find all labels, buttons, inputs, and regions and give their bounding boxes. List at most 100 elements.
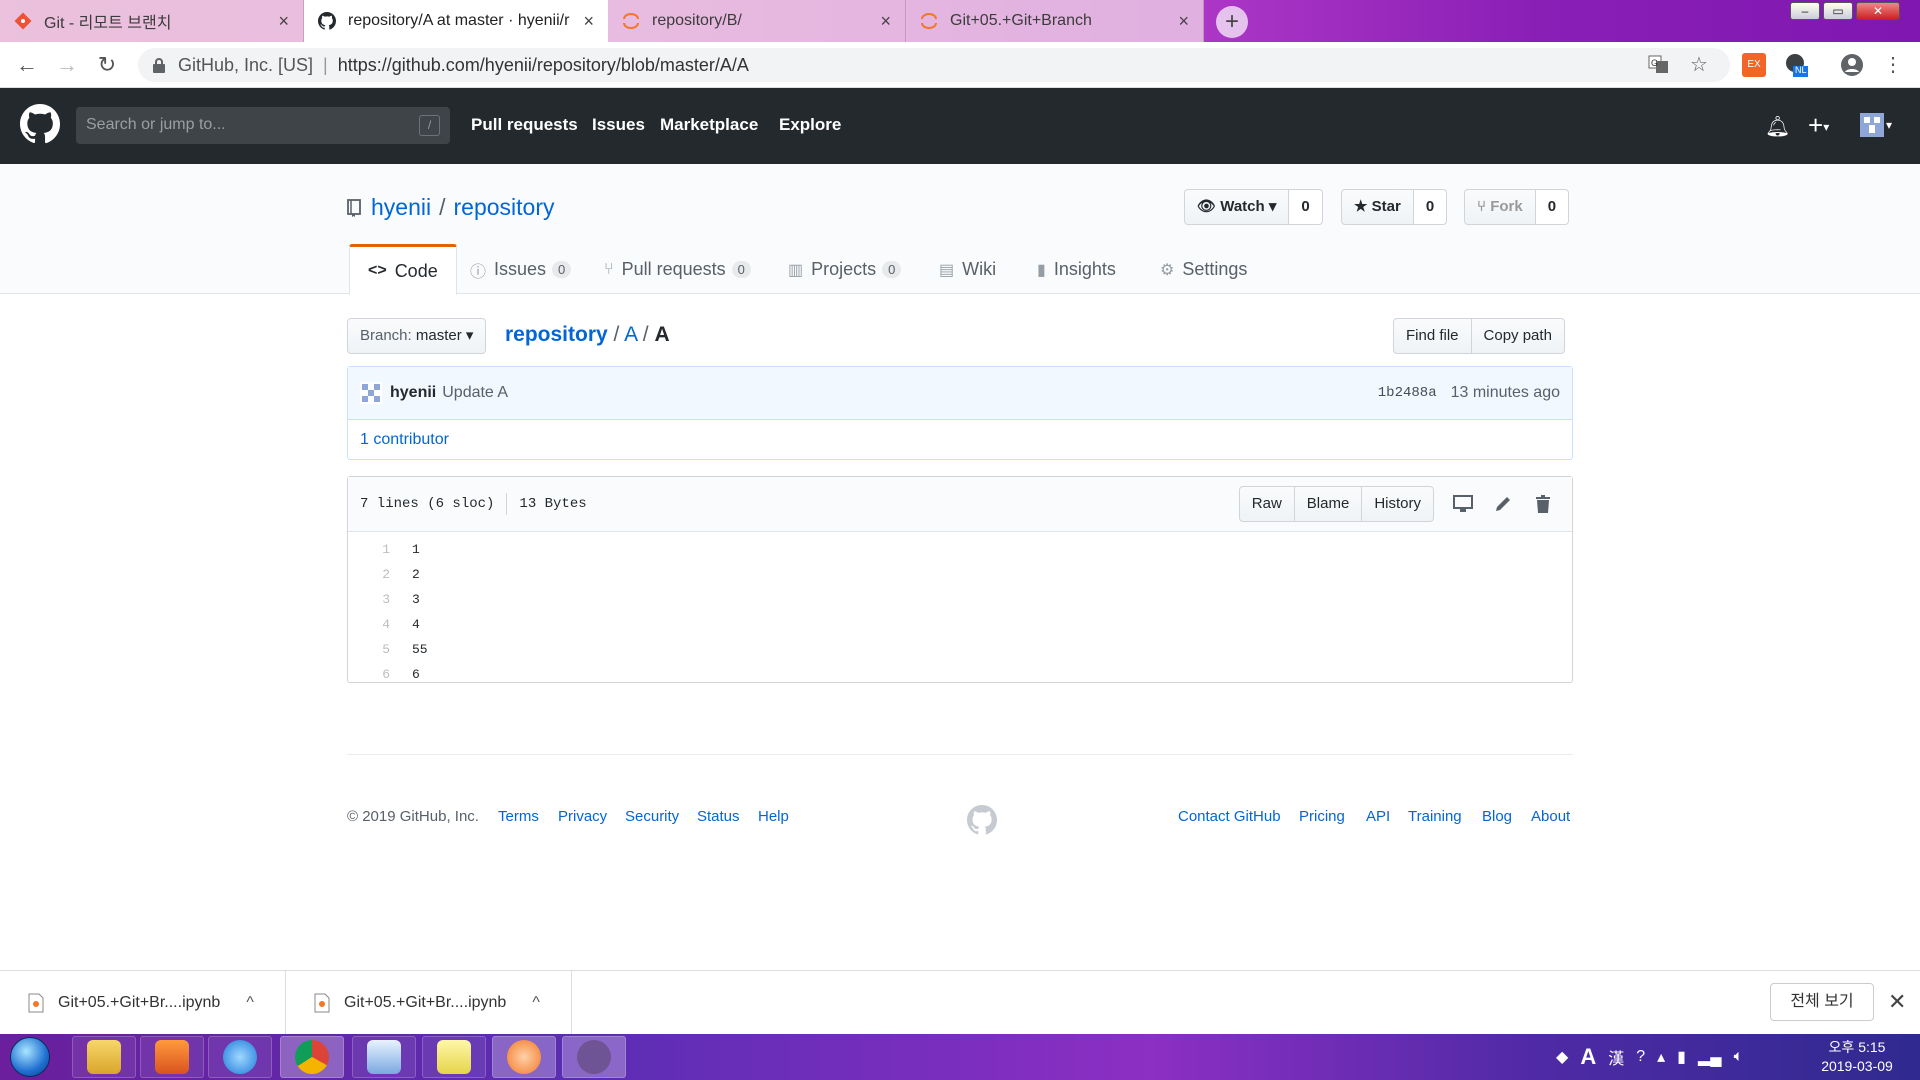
breadcrumb-root[interactable]: repository [505, 323, 608, 346]
footer-link-security[interactable]: Security [625, 808, 679, 825]
shield-icon[interactable]: ◆ [1556, 1047, 1568, 1067]
download-item[interactable]: Git+05.+Git+Br....ipynb ^ [286, 971, 572, 1035]
close-icon[interactable]: × [880, 11, 891, 32]
forward-icon[interactable]: → [52, 50, 82, 80]
footer-link-about[interactable]: About [1531, 808, 1570, 825]
repo-owner-link[interactable]: hyenii [371, 194, 431, 221]
github-logo-icon[interactable] [20, 104, 60, 144]
chevron-up-icon[interactable]: ^ [246, 994, 254, 1012]
footer-link-api[interactable]: API [1366, 808, 1390, 825]
raw-button[interactable]: Raw [1238, 486, 1295, 522]
bell-icon[interactable]: 🔔︎ [1765, 114, 1790, 139]
plus-dropdown-icon[interactable]: +▾ [1808, 110, 1829, 141]
help-icon[interactable]: ? [1636, 1048, 1645, 1066]
reload-icon[interactable]: ↻ [92, 50, 122, 80]
ime-mode-icon[interactable]: A [1580, 1044, 1596, 1070]
browser-menu-icon[interactable]: ⋮ [1878, 50, 1908, 80]
browser-tab[interactable]: repository/B/ × [608, 0, 906, 42]
watch-count[interactable]: 0 [1289, 189, 1323, 225]
new-tab-button[interactable]: + [1216, 6, 1248, 38]
omnibox[interactable]: GitHub, Inc. [US] | https://github.com/h… [138, 48, 1730, 82]
browser-tab-active[interactable]: repository/A at master · hyenii/r × [304, 0, 608, 42]
watch-button[interactable]: 👁︎ Watch ▾ [1184, 189, 1290, 225]
back-icon[interactable]: ← [12, 50, 42, 80]
bookmark-star-icon[interactable]: ☆ [1690, 52, 1708, 77]
footer-link-training[interactable]: Training [1408, 808, 1462, 825]
profile-icon[interactable] [1840, 53, 1864, 77]
taskbar-explorer-icon[interactable] [72, 1036, 136, 1078]
pencil-icon[interactable] [1486, 486, 1520, 522]
url-text[interactable]: https://github.com/hyenii/repository/blo… [338, 55, 749, 76]
line-number[interactable]: 3 [348, 592, 400, 607]
footer-link-terms[interactable]: Terms [498, 808, 539, 825]
battery-icon[interactable]: ▮ [1677, 1047, 1686, 1067]
trash-icon[interactable] [1526, 486, 1560, 522]
history-button[interactable]: History [1362, 486, 1434, 522]
search-input[interactable]: Search or jump to... / [76, 107, 450, 144]
translate-icon[interactable]: G [1648, 55, 1670, 75]
taskbar-internet-explorer-icon[interactable] [208, 1036, 272, 1078]
line-number[interactable]: 2 [348, 567, 400, 582]
footer-link-blog[interactable]: Blog [1482, 808, 1512, 825]
line-number[interactable]: 1 [348, 542, 400, 557]
close-icon[interactable]: ✕ [1888, 989, 1906, 1015]
nav-explore[interactable]: Explore [779, 115, 841, 135]
line-number[interactable]: 4 [348, 617, 400, 632]
find-file-button[interactable]: Find file [1393, 318, 1472, 354]
star-button[interactable]: ★ Star [1341, 189, 1414, 225]
taskbar-media-player-icon[interactable] [140, 1036, 204, 1078]
breadcrumb-dir[interactable]: A [624, 323, 637, 346]
fork-button[interactable]: ⑂ Fork [1464, 189, 1536, 225]
tab-issues[interactable]: ⓘ Issues 0 [452, 244, 589, 295]
desktop-icon[interactable] [1446, 486, 1480, 522]
nav-issues[interactable]: Issues [592, 115, 645, 135]
network-icon[interactable]: ▂▄ [1698, 1047, 1722, 1067]
volume-icon[interactable]: 🔈︎ [1734, 1048, 1744, 1066]
footer-link-pricing[interactable]: Pricing [1299, 808, 1345, 825]
tab-settings[interactable]: ⚙ Settings [1142, 244, 1265, 295]
commit-author[interactable]: hyenii [390, 384, 436, 402]
close-icon[interactable]: × [583, 11, 594, 32]
taskbar-jupyter-icon[interactable] [492, 1036, 556, 1078]
close-icon[interactable]: × [278, 11, 289, 32]
chevron-up-icon[interactable]: ^ [532, 994, 540, 1012]
nav-marketplace[interactable]: Marketplace [660, 115, 758, 135]
footer-link-privacy[interactable]: Privacy [558, 808, 607, 825]
branch-select-button[interactable]: Branch: master ▾ [347, 318, 487, 354]
contributors-link[interactable]: 1 contributor [360, 431, 449, 448]
blame-button[interactable]: Blame [1294, 486, 1363, 522]
start-button[interactable] [10, 1037, 50, 1077]
close-icon[interactable]: × [1178, 11, 1189, 32]
show-all-downloads-button[interactable]: 전체 보기 [1770, 983, 1874, 1021]
tab-projects[interactable]: ▥ Projects 0 [770, 244, 919, 295]
browser-tab[interactable]: Git - 리모트 브랜치 × [0, 0, 304, 42]
commit-message[interactable]: Update A [442, 384, 508, 402]
line-number[interactable]: 6 [348, 667, 400, 682]
extension-globe-icon[interactable]: NL [1784, 53, 1808, 77]
footer-link-help[interactable]: Help [758, 808, 789, 825]
repo-name-link[interactable]: repository [454, 194, 555, 221]
taskbar-sticky-notes-icon[interactable] [422, 1036, 486, 1078]
tab-code[interactable]: <> Code [349, 244, 457, 295]
tray-expand-icon[interactable]: ▴ [1657, 1047, 1665, 1067]
window-close-button[interactable]: ✕ [1856, 2, 1900, 20]
avatar[interactable] [360, 382, 382, 404]
commit-sha[interactable]: 1b2488a [1378, 385, 1437, 401]
taskbar-chrome-icon[interactable] [280, 1036, 344, 1078]
maximize-button[interactable]: ▭ [1823, 2, 1853, 20]
minimize-button[interactable]: – [1790, 2, 1820, 20]
taskbar-github-desktop-icon[interactable] [562, 1036, 626, 1078]
extension-ex-icon[interactable]: EX [1742, 53, 1766, 77]
star-count[interactable]: 0 [1413, 189, 1448, 225]
nav-pull-requests[interactable]: Pull requests [471, 115, 578, 135]
tab-pull-requests[interactable]: ⑂ Pull requests 0 [586, 244, 769, 295]
download-item[interactable]: Git+05.+Git+Br....ipynb ^ [0, 971, 286, 1035]
taskbar-app-icon[interactable] [352, 1036, 416, 1078]
fork-count[interactable]: 0 [1535, 189, 1570, 225]
hanja-icon[interactable]: 漢 [1608, 1045, 1624, 1069]
footer-link-contact[interactable]: Contact GitHub [1178, 808, 1281, 825]
copy-path-button[interactable]: Copy path [1471, 318, 1565, 354]
avatar[interactable]: ▾ [1860, 113, 1892, 137]
browser-tab[interactable]: Git+05.+Git+Branch × [906, 0, 1204, 42]
line-number[interactable]: 5 [348, 642, 400, 657]
